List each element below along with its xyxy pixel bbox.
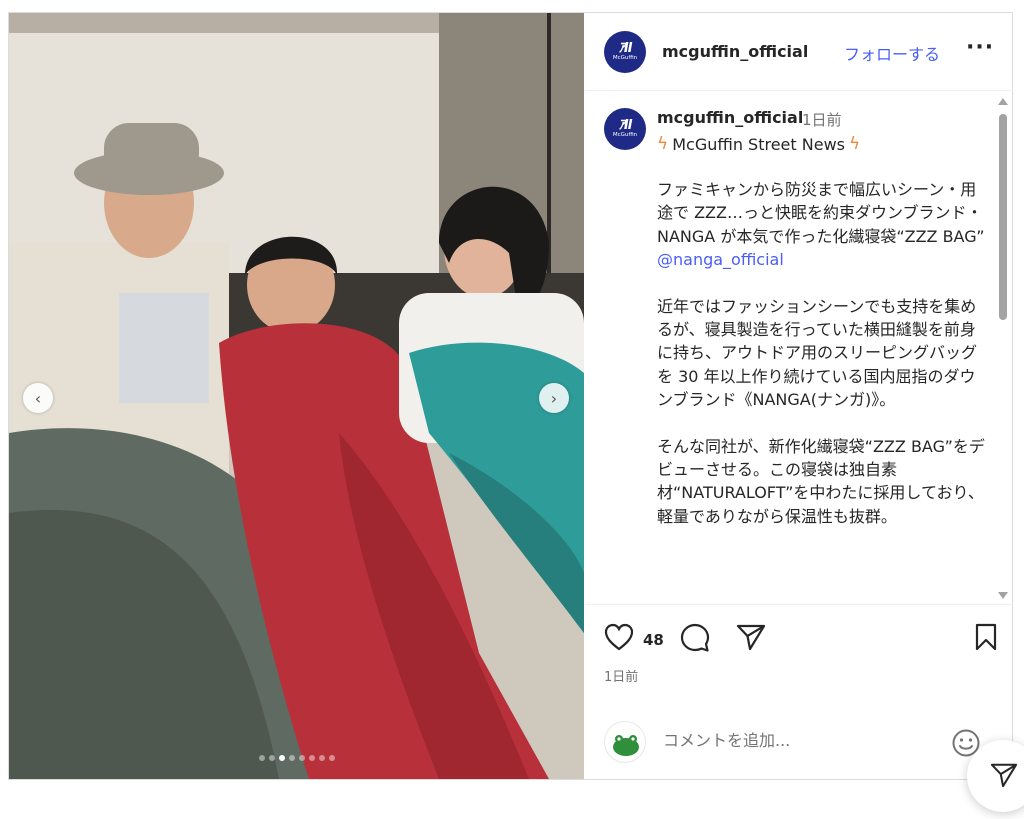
caption-title-text: McGuffin Street News	[672, 134, 845, 154]
profile-avatar[interactable]: ｱII McGuffin	[604, 30, 646, 73]
header-username[interactable]: mcguffin_official	[662, 42, 808, 61]
carousel-dot	[328, 755, 335, 761]
carousel-dots	[9, 755, 584, 761]
scroll-down-arrow[interactable]	[998, 592, 1008, 599]
caption-paragraph-3: そんな同社が、新作化繊寝袋“ZZZ BAG”をデビューさせる。この寝袋は独自素材…	[657, 436, 985, 526]
carousel-next-button[interactable]: ›	[539, 383, 569, 413]
like-heart-icon[interactable]	[604, 623, 634, 651]
like-count[interactable]: 48	[643, 631, 664, 649]
save-bookmark-icon[interactable]	[974, 623, 998, 651]
comment-row	[585, 713, 1013, 771]
carousel-dot	[258, 755, 265, 761]
comment-input[interactable]	[663, 731, 943, 750]
share-icon[interactable]	[736, 623, 766, 651]
post-side-panel: ｱII McGuffin mcguffin_official フォローする ··…	[585, 13, 1013, 779]
caption-text-1: ファミキャンから防災まで幅広いシーン・用途で ZZZ…っと快眠を約束ダウンブラン…	[657, 180, 985, 246]
avatar-logo-mark: ｱII	[618, 40, 632, 56]
caption-paragraph-1: ファミキャンから防災まで幅広いシーン・用途で ZZZ…っと快眠を約束ダウンブラン…	[657, 178, 987, 272]
carousel-dot	[298, 755, 305, 761]
scroll-up-arrow[interactable]	[998, 98, 1008, 105]
carousel-dot	[288, 755, 295, 761]
caption-scrollbar[interactable]	[996, 92, 1010, 604]
avatar-logo-mark: ｱII	[618, 118, 632, 133]
caption-username[interactable]: mcguffin_official	[657, 108, 803, 127]
lightning-icon: ϟ	[849, 134, 861, 154]
avatar-logo-word: McGuffin	[612, 132, 638, 138]
post-timestamp[interactable]: 1日前	[604, 666, 638, 685]
caption-avatar[interactable]: ｱII McGuffin	[604, 108, 646, 150]
avatar-logo-word: McGuffin	[612, 54, 638, 61]
more-options-button[interactable]: ···	[966, 35, 994, 60]
commenter-avatar[interactable]	[604, 721, 646, 763]
carousel-dot	[308, 755, 315, 761]
post-header: ｱII McGuffin mcguffin_official フォローする ··…	[585, 13, 1013, 91]
post-frame: ‹ › ｱII McGuffin mcguffin_official フォローす…	[8, 12, 1013, 780]
follow-button[interactable]: フォローする	[844, 41, 940, 65]
caption-area[interactable]: ｱII McGuffin mcguffin_official 1日前 ϟ McG…	[585, 92, 1013, 605]
post-photo[interactable]: ‹ ›	[9, 13, 584, 779]
mention-link[interactable]: @nanga_official	[657, 248, 987, 271]
send-icon	[990, 763, 1018, 788]
caption-time[interactable]: 1日前	[802, 109, 842, 130]
comment-icon[interactable]	[680, 623, 710, 653]
caption-title: ϟ McGuffin Street News ϟ	[657, 134, 860, 154]
caption-paragraph-2: 近年ではファッションシーンでも支持を集めるが、寝具製造を行っていた横田縫製を前身…	[657, 296, 978, 410]
carousel-dot	[278, 755, 285, 761]
action-bar: 48	[585, 619, 1013, 659]
lightning-icon: ϟ	[657, 134, 669, 154]
direct-message-button[interactable]	[967, 740, 1024, 812]
photo-scene	[9, 13, 584, 779]
caption-body: ファミキャンから防災まで幅広いシーン・用途で ZZZ…っと快眠を約束ダウンブラン…	[657, 178, 987, 551]
carousel-dot	[318, 755, 325, 761]
scroll-thumb[interactable]	[999, 114, 1007, 320]
carousel-prev-button[interactable]: ‹	[23, 383, 53, 413]
carousel-dot	[268, 755, 275, 761]
frog-avatar-icon	[613, 735, 639, 756]
